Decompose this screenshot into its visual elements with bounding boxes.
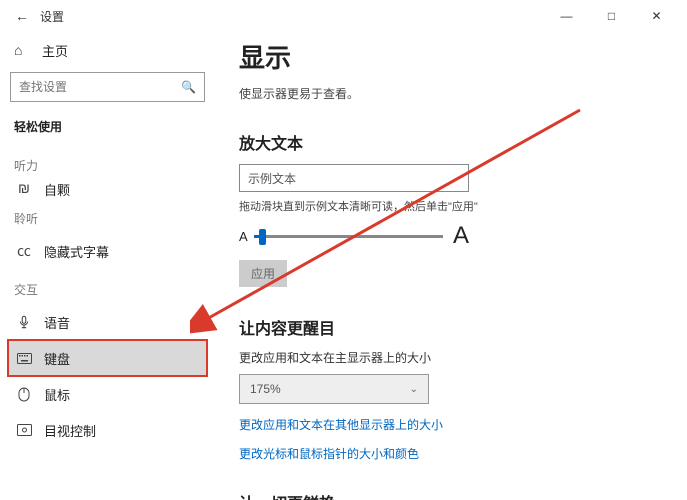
- search-icon: 🔍: [181, 80, 196, 94]
- group-audio: 听力: [8, 145, 207, 180]
- enlarge-text-heading: 放大文本: [239, 130, 667, 154]
- sidebar: ⌂ 主页 🔍 轻松使用 听力 ₪ 自颗 聆听 ㏄ 隐藏式字幕 交互 语音: [0, 32, 215, 500]
- home-nav[interactable]: ⌂ 主页: [8, 32, 207, 68]
- window-controls: — □ ✕: [544, 0, 679, 32]
- text-scale-slider[interactable]: A A: [239, 222, 469, 250]
- contrast-heading: 让内容更醒目: [239, 315, 667, 339]
- audio-icon: ₪: [14, 180, 34, 196]
- sidebar-item-speech[interactable]: 语音: [8, 304, 207, 340]
- sidebar-item-captions[interactable]: ㏄ 隐藏式字幕: [8, 233, 207, 269]
- home-icon: ⌂: [14, 42, 34, 58]
- page-subtitle: 使显示器更易于查看。: [239, 85, 667, 102]
- page-title: 显示: [239, 38, 667, 75]
- link-cursor-pointer[interactable]: 更改光标和鼠标指针的大小和颜色: [239, 445, 667, 462]
- mic-icon: [14, 315, 34, 329]
- vivid-heading: 让一切更鲜艳: [239, 490, 667, 500]
- search-field[interactable]: [19, 80, 181, 94]
- sidebar-item-keyboard[interactable]: 键盘: [8, 340, 207, 376]
- sidebar-item-mouse[interactable]: 鼠标: [8, 376, 207, 412]
- sidebar-item-audio-clipped[interactable]: ₪ 自颗: [8, 180, 207, 198]
- close-button[interactable]: ✕: [634, 0, 679, 32]
- small-a-icon: A: [239, 229, 248, 244]
- chevron-down-icon: ⌄: [410, 384, 418, 395]
- window-title: 设置: [40, 8, 64, 25]
- home-label: 主页: [42, 41, 68, 60]
- keyboard-icon: [14, 353, 34, 364]
- eye-icon: [14, 424, 34, 436]
- mouse-icon: [14, 387, 34, 402]
- apply-button[interactable]: 应用: [239, 260, 287, 287]
- slider-hint: 拖动滑块直到示例文本清晰可读，然后单击"应用": [239, 198, 667, 214]
- group-hearing: 聆听: [8, 198, 207, 233]
- group-interact: 交互: [8, 269, 207, 304]
- scale-value: 175%: [250, 382, 281, 396]
- minimize-button[interactable]: —: [544, 0, 589, 32]
- search-input[interactable]: 🔍: [10, 72, 205, 102]
- scale-dropdown[interactable]: 175% ⌄: [239, 374, 429, 404]
- large-a-icon: A: [453, 222, 469, 250]
- content-pane: 显示 使显示器更易于查看。 放大文本 示例文本 拖动滑块直到示例文本清晰可读，然…: [215, 32, 687, 500]
- section-heading: 轻松使用: [8, 112, 207, 145]
- captions-icon: ㏄: [14, 241, 34, 261]
- text-slider-thumb[interactable]: [259, 229, 266, 245]
- back-button[interactable]: ←: [8, 8, 36, 24]
- maximize-button[interactable]: □: [589, 0, 634, 32]
- scale-desc: 更改应用和文本在主显示器上的大小: [239, 349, 667, 366]
- text-slider-track[interactable]: [254, 235, 443, 238]
- link-other-displays[interactable]: 更改应用和文本在其他显示器上的大小: [239, 416, 667, 433]
- sample-text-box: 示例文本: [239, 164, 469, 192]
- titlebar: ← 设置 — □ ✕: [0, 0, 687, 32]
- sidebar-item-eyecontrol[interactable]: 目视控制: [8, 412, 207, 448]
